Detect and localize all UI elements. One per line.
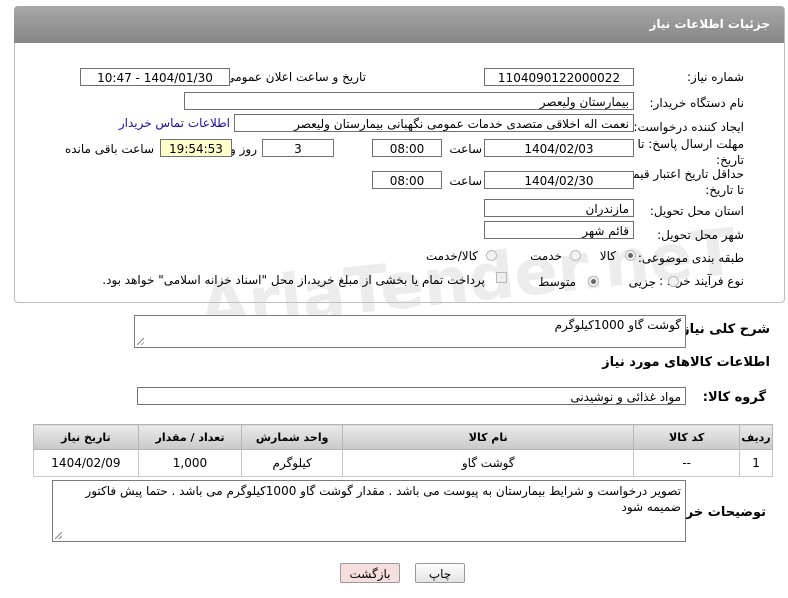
deadline-time-field: 08:00 (372, 139, 442, 157)
province-field: مازندران (484, 199, 634, 217)
deadline-time-label: ساعت (449, 142, 482, 156)
category-goods-radio[interactable] (625, 250, 636, 261)
buyer-notes-field: تصویر درخواست و شرایط بیمارستان به پیوست… (52, 480, 686, 542)
buyer-org-field: بیمارستان ولیعصر (184, 92, 634, 110)
goods-group-field: مواد غذائی و نوشیدنی (137, 387, 686, 405)
process-minor-radio[interactable] (668, 276, 679, 287)
buyer-org-label: نام دستگاه خریدار: (649, 96, 745, 110)
requester-field: نعمت اله اخلاقی متصدی خدمات عمومی نگهبان… (234, 114, 634, 132)
buyer-notes-text: تصویر درخواست و شرایط بیمارستان به پیوست… (85, 484, 681, 514)
contact-info-link[interactable]: اطلاعات تماس خریدار (119, 116, 230, 130)
category-both-radio[interactable] (486, 250, 497, 261)
goods-table: ردیف کد کالا نام کالا واحد شمارش تعداد /… (33, 424, 773, 477)
cell-code: -- (633, 449, 741, 477)
price-valid-time-label: ساعت (449, 174, 482, 188)
payment-note: پرداخت تمام یا بخشی از مبلغ خرید،از محل … (102, 273, 485, 287)
city-field: قائم شهر (484, 221, 634, 239)
resize-grip-icon[interactable] (137, 338, 144, 345)
table-header-row: ردیف کد کالا نام کالا واحد شمارش تعداد /… (33, 424, 773, 450)
summary-text: گوشت گاو 1000کیلوگرم (554, 318, 681, 332)
col-date-header: تاریخ نیاز (33, 424, 139, 450)
col-row-header: ردیف (739, 424, 773, 450)
cell-unit: کیلوگرم (241, 449, 344, 477)
col-code-header: کد کالا (633, 424, 741, 450)
resize-grip-icon[interactable] (55, 532, 62, 539)
days-label: روز و (230, 142, 257, 156)
price-valid-time-field: 08:00 (372, 171, 442, 189)
goods-section-title: اطلاعات کالاهای مورد نیاز (602, 355, 770, 370)
cell-date: 1404/02/09 (33, 449, 139, 477)
announce-field: 1404/01/30 - 10:47 (80, 68, 230, 86)
deadline-date-field: 1404/02/03 (484, 139, 634, 157)
process-medium-label: متوسط (538, 275, 576, 289)
category-both-label: کالا/خدمت (425, 249, 478, 263)
summary-label: شرح کلی نیاز: (676, 322, 770, 337)
table-row: 1 -- گوشت گاو کیلوگرم 1,000 1404/02/09 (33, 449, 773, 477)
back-button[interactable]: بازگشت (340, 563, 400, 583)
days-field: 3 (262, 139, 334, 157)
price-valid-date-field: 1404/02/30 (484, 171, 634, 189)
requester-label: ایجاد کننده درخواست: (633, 120, 744, 134)
print-button[interactable]: چاپ (415, 563, 465, 583)
need-number-field: 1104090122000022 (484, 68, 634, 86)
remaining-time-field: 19:54:53 (160, 139, 232, 157)
cell-row: 1 (739, 449, 773, 477)
province-label: استان محل تحویل: (649, 204, 744, 218)
col-unit-header: واحد شمارش (241, 424, 344, 450)
cell-qty: 1,000 (137, 449, 243, 477)
col-name-header: نام کالا (342, 424, 635, 450)
process-minor-label: جزیی (628, 275, 656, 289)
need-number-label: شماره نیاز: (687, 70, 744, 84)
panel-title: جزئیات اطلاعات نیاز (649, 17, 770, 31)
deadline-label: مهلت ارسال پاسخ: تا تاریخ: (637, 137, 744, 167)
city-label: شهر محل تحویل: (657, 228, 744, 242)
col-qty-header: تعداد / مقدار (137, 424, 243, 450)
cell-name: گوشت گاو (342, 449, 635, 477)
category-label: طبقه بندی موضوعی: (637, 251, 744, 265)
panel-header: جزئیات اطلاعات نیاز (14, 6, 784, 43)
announce-label: تاریخ و ساعت اعلان عمومی: (221, 70, 366, 84)
category-goods-label: کالا (599, 249, 616, 263)
process-medium-radio[interactable] (588, 276, 599, 287)
category-service-radio[interactable] (570, 250, 581, 261)
summary-field: گوشت گاو 1000کیلوگرم (134, 315, 686, 348)
treasury-checkbox[interactable] (496, 272, 507, 283)
category-service-label: خدمت (530, 249, 562, 263)
remaining-label: ساعت باقی مانده (64, 142, 154, 156)
goods-group-label: گروه کالا: (702, 390, 766, 405)
